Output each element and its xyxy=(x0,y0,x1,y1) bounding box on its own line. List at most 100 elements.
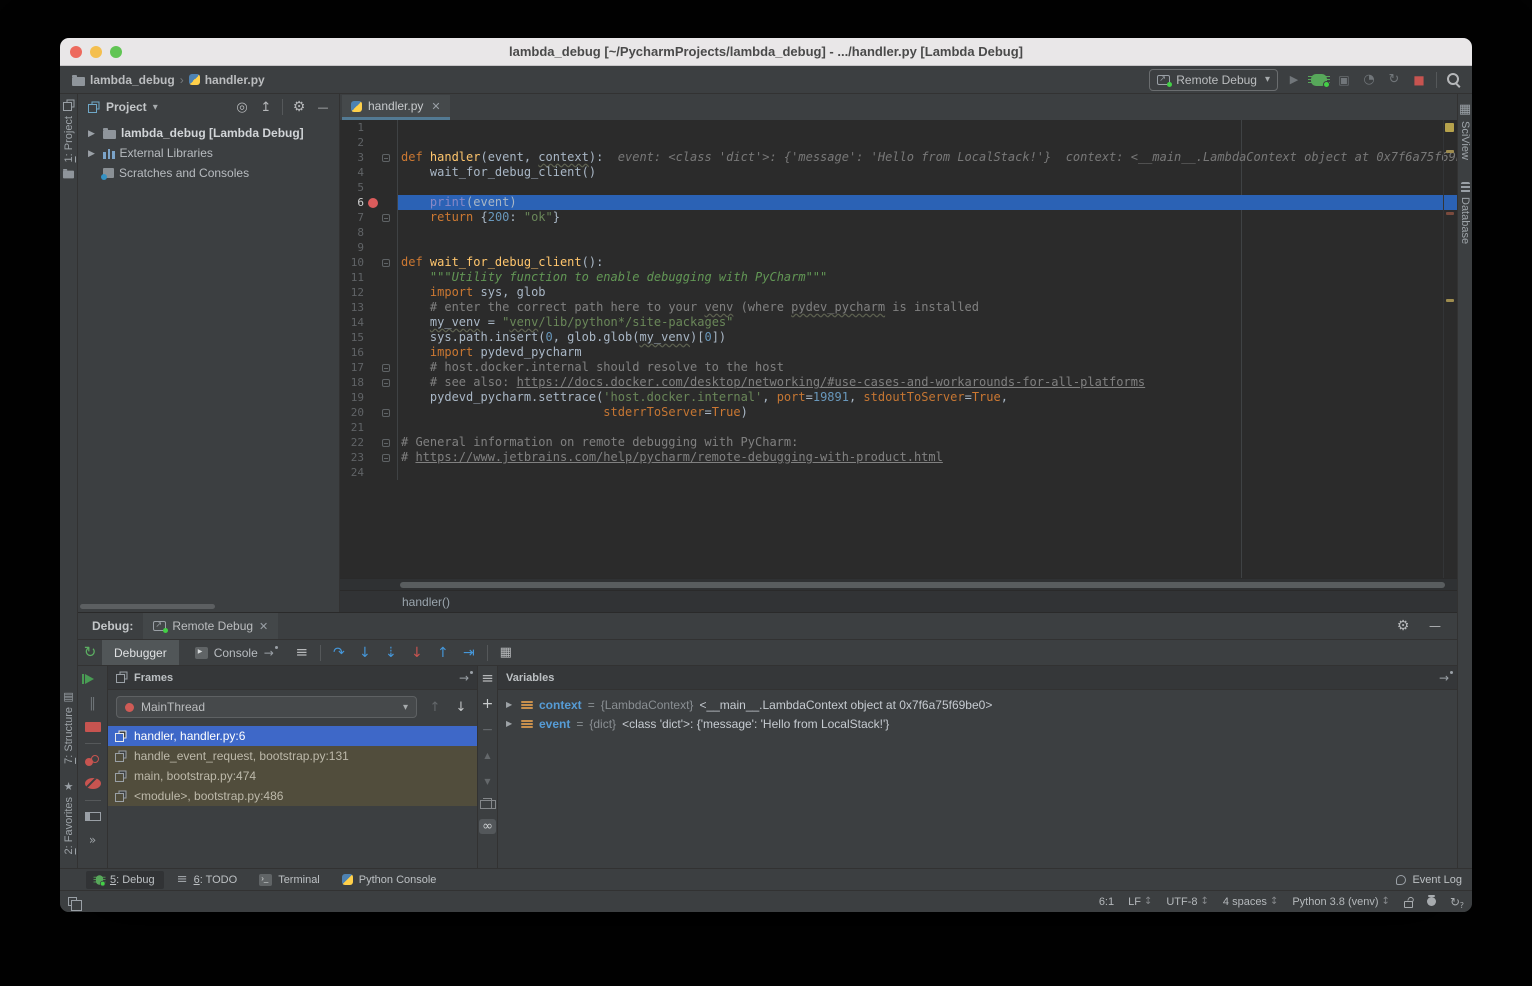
fold-marker-icon[interactable] xyxy=(382,214,390,222)
code-text[interactable]: import pydevd_pycharm xyxy=(398,345,1457,360)
tree-item-2[interactable]: Scratches and Consoles xyxy=(78,163,339,183)
project-panel-title[interactable]: Project xyxy=(106,100,147,114)
caret-position[interactable]: 6:1 xyxy=(1099,896,1114,908)
run-to-cursor-icon[interactable]: ⇥ xyxy=(461,645,477,661)
frame-row[interactable]: handle_event_request, bootstrap.py:131 xyxy=(108,746,477,766)
gutter[interactable]: 8 xyxy=(340,225,398,240)
run-configuration-select[interactable]: Remote Debug ▾ xyxy=(1149,69,1278,91)
code-text[interactable]: pydevd_pycharm.settrace('host.docker.int… xyxy=(398,390,1457,405)
code-line-11[interactable]: 11 """Utility function to enable debuggi… xyxy=(340,270,1457,285)
debug-icon[interactable] xyxy=(1311,74,1327,86)
code-line-18[interactable]: 18 # see also: https://docs.docker.com/d… xyxy=(340,375,1457,390)
breakpoint-icon[interactable] xyxy=(368,198,378,208)
code-text[interactable] xyxy=(398,135,1457,150)
close-tab-icon[interactable]: ✕ xyxy=(431,100,440,113)
tool-window-button-python-console[interactable]: Python Console xyxy=(333,871,446,889)
variable-row-event[interactable]: ▶event={dict}<class 'dict'>: {'message':… xyxy=(498,714,1457,733)
line-separator-select[interactable]: LF↕ xyxy=(1128,896,1152,908)
tab-console[interactable]: Console → xyxy=(183,640,286,666)
fold-marker-icon[interactable] xyxy=(382,379,390,387)
code-line-16[interactable]: 16 import pydevd_pycharm xyxy=(340,345,1457,360)
resume-icon[interactable] xyxy=(85,674,101,684)
code-text[interactable] xyxy=(398,180,1457,195)
encoding-select[interactable]: UTF-8↕ xyxy=(1166,896,1209,908)
gutter[interactable]: 24 xyxy=(340,465,398,480)
code-line-14[interactable]: 14 my_venv = "venv/lib/python*/site-pack… xyxy=(340,315,1457,330)
tree-item-1[interactable]: ▶External Libraries xyxy=(78,143,339,163)
code-line-4[interactable]: 4 wait_for_debug_client() xyxy=(340,165,1457,180)
breadcrumb-project[interactable]: lambda_debug xyxy=(90,73,175,87)
gutter[interactable]: 17 xyxy=(340,360,398,375)
code-line-24[interactable]: 24 xyxy=(340,465,1457,480)
code-line-5[interactable]: 5 xyxy=(340,180,1457,195)
focus-icon[interactable]: → xyxy=(1439,671,1449,685)
profiler-icon[interactable]: ◔ xyxy=(1361,72,1377,88)
warning-mark[interactable] xyxy=(1446,299,1454,302)
view-breakpoints-icon[interactable] xyxy=(85,755,101,767)
gutter[interactable]: 19 xyxy=(340,390,398,405)
project-hscrollbar[interactable] xyxy=(80,604,215,609)
code-text[interactable]: # see also: https://docs.docker.com/desk… xyxy=(398,375,1457,390)
stop-icon[interactable]: ■ xyxy=(1411,72,1427,88)
hscrollbar-thumb[interactable] xyxy=(400,582,1445,588)
code-text[interactable]: def handler(event, context): event: <cla… xyxy=(398,150,1457,165)
frame-row[interactable]: handler, handler.py:6 xyxy=(108,726,477,746)
code-text[interactable]: # host.docker.internal should resolve to… xyxy=(398,360,1457,375)
expand-icon[interactable]: ▶ xyxy=(88,128,98,139)
fold-marker-icon[interactable] xyxy=(382,364,390,372)
gutter[interactable]: 22 xyxy=(340,435,398,450)
thread-selector[interactable]: MainThread ▾ xyxy=(116,696,417,718)
more-icon[interactable]: » xyxy=(85,832,101,848)
fold-marker-icon[interactable] xyxy=(382,259,390,267)
mute-breakpoints-icon[interactable] xyxy=(85,778,101,789)
step-out-icon[interactable]: ↑ xyxy=(435,645,451,661)
down-icon[interactable]: ▼ xyxy=(480,774,496,790)
error-stripe[interactable] xyxy=(1443,120,1457,578)
settings-icon[interactable]: ≡ xyxy=(480,670,496,686)
tool-window-button-terminal[interactable]: Terminal xyxy=(250,871,329,889)
coverage-icon[interactable]: ▣ xyxy=(1336,72,1352,88)
force-step-into-icon[interactable]: ↓ xyxy=(409,645,425,661)
code-line-19[interactable]: 19 pydevd_pycharm.settrace('host.docker.… xyxy=(340,390,1457,405)
gutter[interactable]: 16 xyxy=(340,345,398,360)
warning-mark[interactable] xyxy=(1446,150,1454,153)
code-text[interactable] xyxy=(398,420,1457,435)
code-text[interactable] xyxy=(398,120,1457,135)
gutter[interactable]: 2 xyxy=(340,135,398,150)
gutter[interactable]: 1 xyxy=(340,120,398,135)
editor-tab-handler-py[interactable]: handler.py ✕ xyxy=(342,95,450,120)
code-text[interactable]: return {200: "ok"} xyxy=(398,210,1457,225)
rerun-failed-icon[interactable]: ↻ xyxy=(1386,72,1402,88)
rerun-icon[interactable]: ↻ xyxy=(82,645,98,661)
tool-button-project[interactable]: 1: Project xyxy=(63,116,75,162)
variable-row-context[interactable]: ▶context={LambdaContext}<__main__.Lambda… xyxy=(498,695,1457,714)
step-into-my-code-icon[interactable]: ⇣ xyxy=(383,645,399,661)
remove-icon[interactable]: − xyxy=(480,722,496,738)
gutter[interactable]: 5 xyxy=(340,180,398,195)
code-line-23[interactable]: 23# https://www.jetbrains.com/help/pycha… xyxy=(340,450,1457,465)
code-text[interactable]: sys.path.insert(0, glob.glob(my_venv)[0]… xyxy=(398,330,1457,345)
add-icon[interactable]: + xyxy=(480,696,496,712)
debug-session-tab[interactable]: Remote Debug ✕ xyxy=(143,613,278,639)
chevron-down-icon[interactable]: ▾ xyxy=(153,102,158,113)
code-line-9[interactable]: 9 xyxy=(340,240,1457,255)
pause-icon[interactable]: ‖ xyxy=(85,695,101,711)
code-line-2[interactable]: 2 xyxy=(340,135,1457,150)
code-line-6[interactable]: 6 print(event) xyxy=(340,195,1457,210)
code-line-1[interactable]: 1 xyxy=(340,120,1457,135)
tool-button-sciview[interactable]: ▦SciView xyxy=(1459,102,1471,160)
gutter[interactable]: 14 xyxy=(340,315,398,330)
next-frame-icon[interactable]: ↓ xyxy=(453,699,469,715)
gutter[interactable]: 4 xyxy=(340,165,398,180)
gutter[interactable]: 3 xyxy=(340,150,398,165)
gutter[interactable]: 15 xyxy=(340,330,398,345)
code-line-15[interactable]: 15 sys.path.insert(0, glob.glob(my_venv)… xyxy=(340,330,1457,345)
event-log-button[interactable]: Event Log xyxy=(1396,874,1462,886)
code-text[interactable]: # https://www.jetbrains.com/help/pycharm… xyxy=(398,450,1457,465)
code-text[interactable]: def wait_for_debug_client(): xyxy=(398,255,1457,270)
gutter[interactable]: 13 xyxy=(340,300,398,315)
editor-hscrollbar[interactable] xyxy=(340,578,1457,590)
code-text[interactable]: """Utility function to enable debugging … xyxy=(398,270,1457,285)
previous-frame-icon[interactable]: ↑ xyxy=(427,699,443,715)
gutter[interactable]: 23 xyxy=(340,450,398,465)
